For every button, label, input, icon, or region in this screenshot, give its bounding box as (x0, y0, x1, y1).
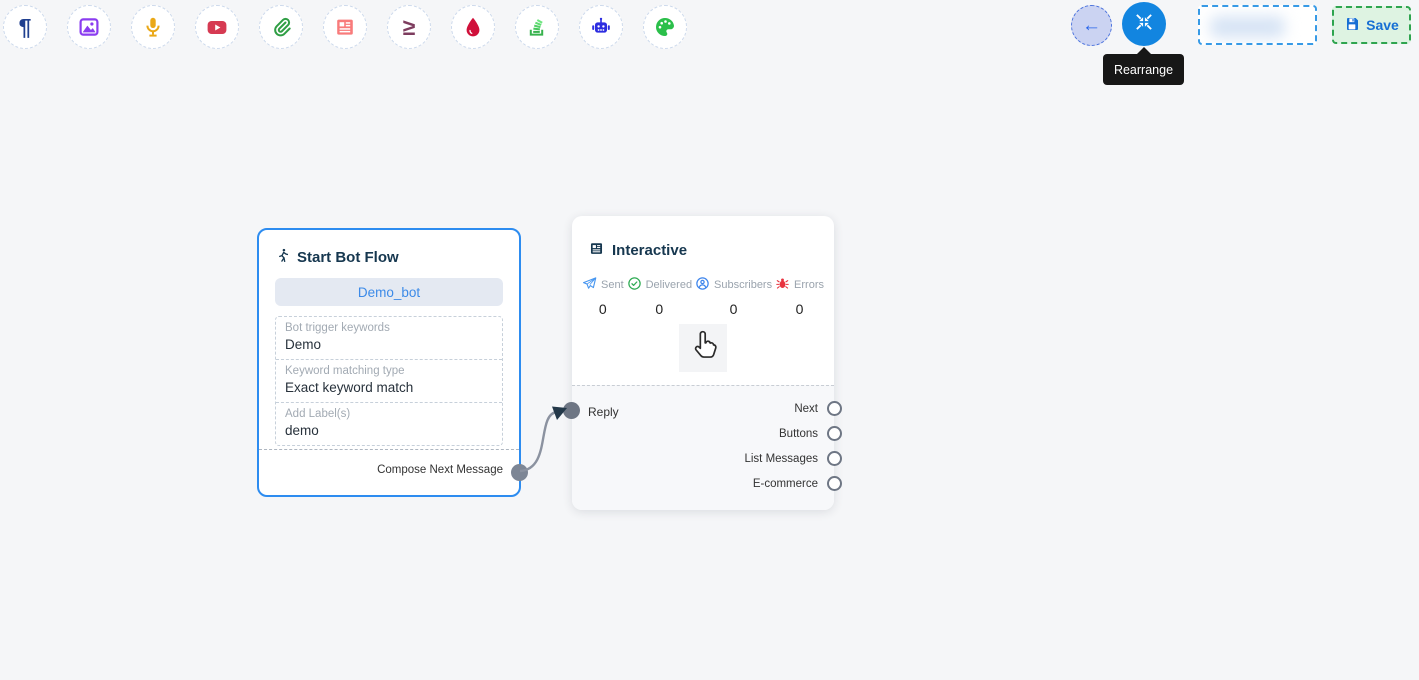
field-value: Exact keyword match (285, 380, 493, 395)
node-footer-divider (259, 449, 519, 450)
output-row-ecommerce: E-commerce (753, 476, 842, 491)
floppy-disk-icon (1344, 16, 1360, 35)
arrow-left-icon: ← (1082, 15, 1101, 37)
toolbar-file-button[interactable] (259, 5, 303, 49)
toolbar-audio-button[interactable] (131, 5, 175, 49)
reply-input-connector[interactable] (563, 402, 580, 419)
toolbar-stack-button[interactable] (515, 5, 559, 49)
toolbar-drip-button[interactable] (451, 5, 495, 49)
compose-next-message-label: Compose Next Message (377, 464, 503, 476)
save-button-label: Save (1366, 17, 1399, 33)
robot-icon (589, 15, 613, 39)
stat-label: Delivered (646, 279, 692, 291)
field-add-labels: Add Label(s) demo (276, 402, 502, 445)
field-matching-type: Keyword matching type Exact keyword matc… (276, 359, 502, 402)
output-row-next: Next (794, 401, 842, 416)
walking-person-icon (275, 247, 291, 268)
bot-name-field[interactable]: Demo_bot (275, 278, 503, 306)
stat-label: Errors (794, 279, 824, 291)
save-button[interactable]: Save (1332, 6, 1411, 44)
toolbar-image-button[interactable] (67, 5, 111, 49)
component-toolbar: ¶ ≥ (3, 5, 687, 49)
pilcrow-icon: ¶ (19, 16, 32, 39)
newspaper-icon (333, 15, 357, 39)
stack-icon (525, 15, 549, 39)
newspaper-icon (588, 240, 605, 261)
output-label: E-commerce (753, 478, 818, 490)
field-trigger-keywords: Bot trigger keywords Demo (276, 317, 502, 359)
toolbar-condition-button[interactable]: ≥ (387, 5, 431, 49)
next-output-connector[interactable] (827, 401, 842, 416)
interactive-node-header: Interactive (588, 240, 687, 261)
reply-input-label: Reply (588, 405, 619, 419)
output-row-list-messages: List Messages (744, 451, 842, 466)
stat-label: Subscribers (714, 279, 772, 291)
toolbar-theme-button[interactable] (643, 5, 687, 49)
stat-delivered: Delivered 0 (627, 276, 692, 317)
subscriber-icon (695, 276, 710, 294)
hand-pointer-icon (688, 329, 718, 368)
ecommerce-output-connector[interactable] (827, 476, 842, 491)
toolbar-text-button[interactable]: ¶ (3, 5, 47, 49)
list-messages-output-connector[interactable] (827, 451, 842, 466)
youtube-icon (205, 15, 229, 39)
output-label: Next (794, 403, 818, 415)
droplet-icon (461, 15, 485, 39)
bug-icon (775, 276, 790, 294)
field-label: Bot trigger keywords (285, 322, 493, 334)
stat-subscribers: Subscribers 0 (695, 276, 772, 317)
redacted-action-button[interactable] (1198, 5, 1317, 45)
field-value: Demo (285, 337, 493, 352)
rearrange-tooltip: Rearrange (1103, 54, 1184, 85)
start-node-title: Start Bot Flow (297, 249, 399, 266)
flow-builder-canvas: ¶ ≥ ← (0, 0, 1419, 680)
blurred-content (1210, 16, 1285, 38)
rearrange-button[interactable] (1122, 2, 1166, 46)
start-bot-flow-node[interactable]: Start Bot Flow Demo_bot Bot trigger keyw… (257, 228, 521, 497)
bot-name-value: Demo_bot (358, 285, 420, 300)
compress-arrows-icon (1133, 11, 1155, 38)
stat-value: 0 (655, 301, 663, 317)
stat-errors: Errors 0 (775, 276, 824, 317)
node-stats: Sent 0 Delivered 0 Subscribers 0 (582, 276, 824, 317)
tooltip-text: Rearrange (1114, 63, 1173, 77)
stat-value: 0 (730, 301, 738, 317)
stat-value: 0 (796, 301, 804, 317)
output-label: Buttons (779, 428, 818, 440)
output-row-buttons: Buttons (779, 426, 842, 441)
stat-value: 0 (599, 301, 607, 317)
back-button[interactable]: ← (1071, 5, 1112, 46)
field-label: Keyword matching type (285, 365, 493, 377)
stat-label: Sent (601, 279, 624, 291)
stat-sent: Sent 0 (582, 276, 624, 317)
greater-equal-icon: ≥ (403, 16, 416, 39)
check-circle-icon (627, 276, 642, 294)
toolbar-news-button[interactable] (323, 5, 367, 49)
paperclip-icon (269, 15, 293, 39)
microphone-icon (141, 15, 165, 39)
image-icon (77, 15, 101, 39)
start-node-fields: Bot trigger keywords Demo Keyword matchi… (275, 316, 503, 446)
start-node-header: Start Bot Flow (275, 247, 399, 268)
field-value: demo (285, 423, 493, 438)
toolbar-bot-button[interactable] (579, 5, 623, 49)
buttons-output-connector[interactable] (827, 426, 842, 441)
field-label: Add Label(s) (285, 408, 493, 420)
palette-icon (653, 15, 677, 39)
output-label: List Messages (744, 453, 818, 465)
interactive-node-title: Interactive (612, 242, 687, 259)
mouse-cursor (679, 324, 727, 372)
send-icon (582, 276, 597, 294)
toolbar-video-button[interactable] (195, 5, 239, 49)
compose-next-message-connector[interactable] (511, 464, 528, 481)
